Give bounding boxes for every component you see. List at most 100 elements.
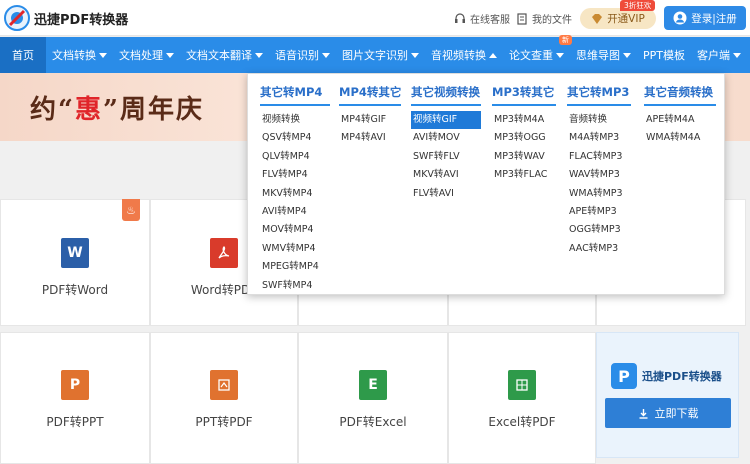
promo-logo-icon: P	[611, 363, 637, 389]
nav-ppt-template[interactable]: PPT模板	[637, 37, 691, 73]
download-promo: P 迅捷PDF转换器 立即下载	[596, 332, 739, 458]
menu-item[interactable]: WMA转MP3	[567, 185, 631, 203]
menu-item[interactable]: MP3转OGG	[492, 129, 556, 147]
diamond-icon	[592, 13, 603, 24]
file-icon	[517, 12, 527, 25]
nav-client[interactable]: 客户端	[691, 37, 747, 73]
menu-item[interactable]: 音频转换	[567, 111, 631, 129]
menu-item[interactable]: WMV转MP4	[260, 240, 330, 258]
menu-item[interactable]: FLV转MP4	[260, 166, 330, 184]
banner-title: 约“惠”周年庆	[30, 89, 204, 126]
menu-item[interactable]: MP3转WAV	[492, 148, 556, 166]
menu-item[interactable]: MKV转MP4	[260, 185, 330, 203]
menu-item[interactable]: AVI转MOV	[411, 129, 481, 147]
menu-column-to-mp4: 其它转MP4 视频转换 QSV转MP4 QLV转MP4 FLV转MP4 MKV转…	[260, 84, 330, 295]
pdf-file-icon	[210, 238, 238, 268]
column-title: 其它转MP4	[260, 84, 330, 106]
menu-item[interactable]: MP4转GIF	[339, 111, 401, 129]
menu-item[interactable]: MP4转AVI	[339, 129, 401, 147]
nav-home-label: 首页	[12, 49, 34, 62]
my-files-link[interactable]: 我的文件	[516, 11, 572, 26]
nav-mindmap[interactable]: 思维导图	[570, 37, 637, 73]
brand-name[interactable]: 迅捷PDF转换器	[34, 9, 128, 28]
customer-service-link[interactable]: 在线客服	[454, 11, 510, 26]
column-title: MP3转其它	[492, 84, 556, 106]
column-title: 其它转MP3	[567, 84, 631, 106]
column-title: MP4转其它	[339, 84, 401, 106]
menu-item[interactable]: AVI转MP4	[260, 203, 330, 221]
vip-label: 开通VIP	[607, 13, 645, 25]
menu-item[interactable]: APE转MP3	[567, 203, 631, 221]
card-ppt-to-pdf[interactable]: PPT转PDF	[150, 332, 298, 464]
card-label: PDF转Excel	[339, 415, 407, 429]
nav-ocr[interactable]: 图片文字识别	[336, 37, 425, 73]
nav-av-convert[interactable]: 音视频转换	[425, 37, 503, 73]
menu-item[interactable]: OGG转MP3	[567, 221, 631, 239]
app-logo-icon[interactable]	[4, 5, 30, 31]
nav-speech-label: 语音识别	[275, 49, 319, 62]
download-now-label: 立即下载	[654, 407, 699, 420]
menu-item[interactable]: FLAC转MP3	[567, 148, 631, 166]
download-now-button[interactable]: 立即下载	[605, 398, 731, 428]
hot-flame-icon: ♨	[122, 199, 140, 221]
vip-button[interactable]: 开通VIP	[580, 8, 656, 29]
menu-item[interactable]: MOV转MP4	[260, 221, 330, 239]
word-file-icon: W	[61, 238, 89, 268]
promo-app-name: 迅捷PDF转换器	[642, 370, 722, 383]
menu-item[interactable]: FLV转AVI	[411, 185, 481, 203]
nav-translate[interactable]: 文档文本翻译	[180, 37, 269, 73]
card-label: Excel转PDF	[488, 415, 556, 429]
nav-mindmap-label: 思维导图	[576, 49, 620, 62]
banner-highlight: 惠	[74, 95, 103, 125]
menu-column-mp3-to-other: MP3转其它 MP3转M4A MP3转OGG MP3转WAV MP3转FLAC	[492, 84, 556, 185]
login-register-button[interactable]: 登录|注册	[664, 6, 746, 30]
menu-item-selected[interactable]: 视频转GIF	[411, 111, 481, 130]
nav-plagiarism[interactable]: 论文查重新	[503, 35, 572, 73]
top-header: 迅捷PDF转换器 在线客服 我的文件 开通VIP 3折狂欢 登录|注册	[0, 0, 750, 36]
nav-ppt-template-label: PPT模板	[643, 49, 685, 62]
caret-down-icon	[556, 52, 564, 58]
caret-down-icon	[322, 52, 330, 58]
nav-doc-convert[interactable]: 文档转换	[46, 37, 113, 73]
menu-item[interactable]: SWF转MP4	[260, 277, 330, 295]
menu-column-to-mp3: 其它转MP3 音频转换 M4A转MP3 FLAC转MP3 WAV转MP3 WMA…	[567, 84, 631, 258]
banner-text-after: 周年庆	[119, 95, 204, 125]
menu-item[interactable]: SWF转FLV	[411, 148, 481, 166]
caret-down-icon	[623, 52, 631, 58]
headset-icon	[455, 12, 465, 23]
pdf-glyph-icon	[218, 246, 230, 259]
menu-item[interactable]: MP3转FLAC	[492, 166, 556, 184]
menu-item[interactable]: MP3转M4A	[492, 111, 556, 129]
user-icon	[673, 11, 687, 25]
nav-av-convert-label: 音视频转换	[431, 49, 486, 62]
menu-item[interactable]: MPEG转MP4	[260, 258, 330, 276]
caret-down-icon	[411, 52, 419, 58]
card-pdf-to-excel[interactable]: E PDF转Excel	[298, 332, 448, 464]
nav-ocr-label: 图片文字识别	[342, 49, 408, 62]
card-label: PDF转PPT	[46, 415, 104, 429]
nav-doc-process-label: 文档处理	[119, 49, 163, 62]
caret-up-icon	[489, 52, 497, 58]
av-convert-dropdown: 其它转MP4 视频转换 QSV转MP4 QLV转MP4 FLV转MP4 MKV转…	[247, 73, 725, 295]
menu-column-audio-convert: 其它音频转换 APE转M4A WMA转M4A	[644, 84, 716, 148]
nav-home[interactable]: 首页	[0, 37, 46, 73]
card-excel-to-pdf[interactable]: Excel转PDF	[448, 332, 596, 464]
menu-item[interactable]: QSV转MP4	[260, 129, 330, 147]
vip-promo-badge: 3折狂欢	[620, 0, 656, 11]
nav-speech[interactable]: 语音识别	[269, 37, 336, 73]
pdf-glyph-icon	[218, 379, 230, 391]
menu-column-video-convert: 其它视频转换 视频转GIF AVI转MOV SWF转FLV MKV转AVI FL…	[411, 84, 481, 203]
menu-item[interactable]: 视频转换	[260, 111, 330, 129]
nav-doc-process[interactable]: 文档处理	[113, 37, 180, 73]
menu-item[interactable]: AAC转MP3	[567, 240, 631, 258]
menu-item[interactable]: M4A转MP3	[567, 129, 631, 147]
menu-item[interactable]: MKV转AVI	[411, 166, 481, 184]
excel-pdf-file-icon	[508, 370, 536, 400]
menu-item[interactable]: APE转M4A	[644, 111, 716, 129]
menu-item[interactable]: WAV转MP3	[567, 166, 631, 184]
card-pdf-to-ppt[interactable]: P PDF转PPT	[0, 332, 150, 464]
menu-item[interactable]: WMA转M4A	[644, 129, 716, 147]
menu-item[interactable]: QLV转MP4	[260, 148, 330, 166]
column-title: 其它视频转换	[411, 84, 481, 106]
caret-down-icon	[255, 52, 263, 58]
